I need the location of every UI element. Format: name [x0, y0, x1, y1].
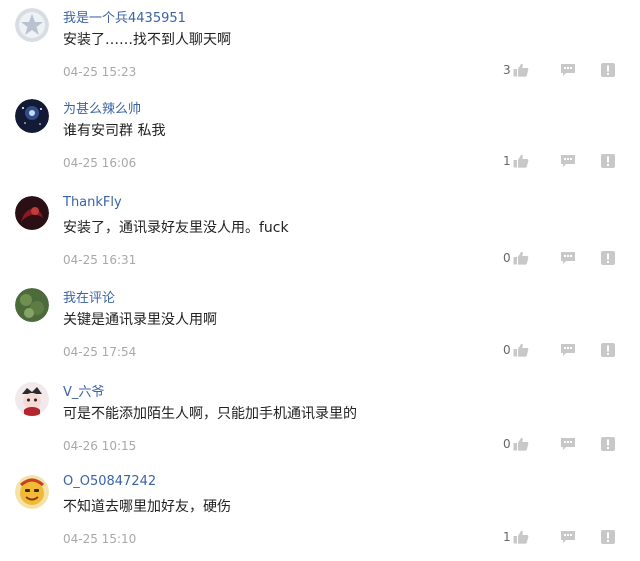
like-button[interactable]: 0: [503, 251, 529, 265]
comment-text: 谁有安司群 私我: [63, 123, 166, 139]
like-button[interactable]: 1: [503, 530, 529, 544]
reply-button[interactable]: [560, 437, 576, 451]
thumbs-up-icon: [513, 251, 529, 265]
timestamp: 04-25 16:31: [63, 253, 137, 267]
report-button[interactable]: [600, 63, 616, 77]
reply-button[interactable]: [560, 343, 576, 357]
reply-button[interactable]: [560, 154, 576, 168]
like-count: 0: [503, 343, 511, 357]
report-icon: [601, 63, 615, 77]
comment-bubble-icon: [561, 438, 575, 450]
avatar[interactable]: [15, 288, 49, 322]
thumbs-up-icon: [513, 530, 529, 544]
report-button[interactable]: [600, 251, 616, 265]
comment-item: ThankFly 安装了，通讯录好友里没人用。fuck 04-25 16:31 …: [0, 188, 640, 282]
username[interactable]: V_六爷: [63, 381, 104, 400]
report-icon: [601, 251, 615, 265]
report-button[interactable]: [600, 530, 616, 544]
timestamp: 04-25 15:23: [63, 65, 137, 79]
comment-item: V_六爷 可是不能添加陌生人啊，只能加手机通讯录里的 04-26 10:15 0: [0, 374, 640, 468]
like-count: 0: [503, 251, 511, 265]
comment-text: 不知道去哪里加好友，硬伤: [63, 499, 231, 515]
username[interactable]: 我在评论: [63, 287, 115, 306]
thumbs-up-icon: [513, 343, 529, 357]
report-icon: [601, 437, 615, 451]
comment-text: 可是不能添加陌生人啊，只能加手机通讯录里的: [63, 406, 357, 422]
like-button[interactable]: 1: [503, 154, 529, 168]
comment-item: 我是一个兵4435951 安装了……找不到人聊天啊 04-25 15:23 3: [0, 0, 640, 94]
avatar[interactable]: [15, 99, 49, 133]
avatar[interactable]: [15, 382, 49, 416]
avatar[interactable]: [15, 475, 49, 509]
username[interactable]: O_O50847242: [63, 474, 156, 489]
comment-bubble-icon: [561, 252, 575, 264]
report-icon: [601, 154, 615, 168]
report-button[interactable]: [600, 154, 616, 168]
report-button[interactable]: [600, 437, 616, 451]
comment-list: 我是一个兵4435951 安装了……找不到人聊天啊 04-25 15:23 3: [0, 0, 640, 550]
like-button[interactable]: 0: [503, 437, 529, 451]
timestamp: 04-25 15:10: [63, 532, 137, 546]
comment-text: 关键是通讯录里没人用啊: [63, 312, 217, 328]
reply-button[interactable]: [560, 530, 576, 544]
thumbs-up-icon: [513, 437, 529, 451]
report-button[interactable]: [600, 343, 616, 357]
comment-item: O_O50847242 不知道去哪里加好友，硬伤 04-25 15:10 1: [0, 467, 640, 561]
timestamp: 04-25 17:54: [63, 345, 137, 359]
timestamp: 04-26 10:15: [63, 439, 137, 453]
like-count: 3: [503, 63, 511, 77]
username[interactable]: 为甚么辣么帅: [63, 98, 141, 117]
like-button[interactable]: 3: [503, 63, 529, 77]
comment-text: 安装了，通讯录好友里没人用。fuck: [63, 220, 289, 236]
comment-text: 安装了……找不到人聊天啊: [63, 32, 231, 48]
like-button[interactable]: 0: [503, 343, 529, 357]
like-count: 1: [503, 154, 511, 168]
reply-button[interactable]: [560, 251, 576, 265]
comment-bubble-icon: [561, 531, 575, 543]
avatar[interactable]: [15, 8, 49, 42]
like-count: 0: [503, 437, 511, 451]
comment-item: 为甚么辣么帅 谁有安司群 私我 04-25 16:06 1: [0, 91, 640, 185]
comment-bubble-icon: [561, 64, 575, 76]
thumbs-up-icon: [513, 154, 529, 168]
avatar[interactable]: [15, 196, 49, 230]
report-icon: [601, 530, 615, 544]
like-count: 1: [503, 530, 511, 544]
comment-bubble-icon: [561, 155, 575, 167]
comment-bubble-icon: [561, 344, 575, 356]
thumbs-up-icon: [513, 63, 529, 77]
reply-button[interactable]: [560, 63, 576, 77]
timestamp: 04-25 16:06: [63, 156, 137, 170]
username[interactable]: 我是一个兵4435951: [63, 7, 186, 26]
comment-item: 我在评论 关键是通讯录里没人用啊 04-25 17:54 0: [0, 280, 640, 374]
username[interactable]: ThankFly: [63, 195, 122, 210]
report-icon: [601, 343, 615, 357]
